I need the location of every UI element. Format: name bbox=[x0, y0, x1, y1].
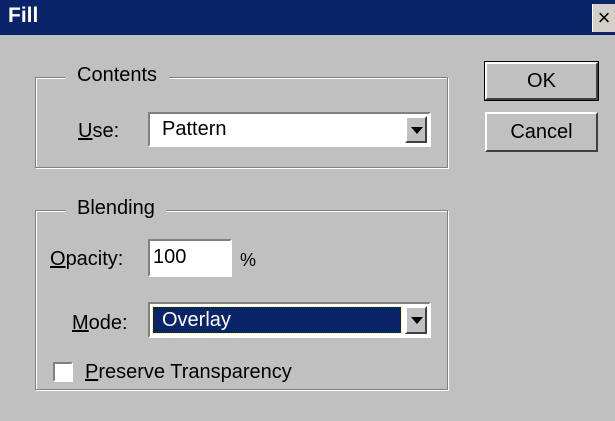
use-label: Use: bbox=[78, 120, 120, 142]
contents-legend: Contents bbox=[65, 64, 170, 87]
use-select-value: Pattern bbox=[162, 118, 227, 140]
mode-label: Mode: bbox=[72, 312, 128, 334]
preserve-transparency-checkbox[interactable] bbox=[53, 362, 73, 382]
cancel-button-label: Cancel bbox=[510, 121, 573, 143]
close-button[interactable]: × bbox=[592, 4, 615, 32]
ok-button[interactable]: OK bbox=[484, 61, 599, 101]
chevron-down-icon bbox=[411, 317, 423, 324]
fill-dialog: Fill × Contents Use: Pattern Blending Op… bbox=[0, 0, 615, 421]
cancel-button[interactable]: Cancel bbox=[485, 112, 598, 152]
opacity-input[interactable]: 100 bbox=[148, 239, 232, 277]
blending-legend: Blending bbox=[65, 197, 167, 220]
opacity-label: Opacity: bbox=[50, 248, 124, 270]
use-dropdown-button[interactable] bbox=[405, 116, 427, 143]
dialog-title: Fill bbox=[8, 4, 39, 27]
preserve-transparency-label[interactable]: Preserve Transparency bbox=[85, 361, 292, 384]
close-icon: × bbox=[597, 5, 611, 30]
title-bar[interactable]: Fill × bbox=[0, 0, 615, 35]
chevron-down-icon bbox=[411, 127, 423, 134]
mode-select[interactable]: Overlay bbox=[148, 302, 431, 338]
ok-button-label: OK bbox=[527, 70, 556, 92]
opacity-unit: % bbox=[240, 250, 257, 270]
opacity-input-value: 100 bbox=[153, 246, 187, 268]
use-select[interactable]: Pattern bbox=[148, 112, 431, 147]
mode-dropdown-button[interactable] bbox=[405, 306, 427, 334]
mode-select-value: Overlay bbox=[162, 309, 231, 331]
